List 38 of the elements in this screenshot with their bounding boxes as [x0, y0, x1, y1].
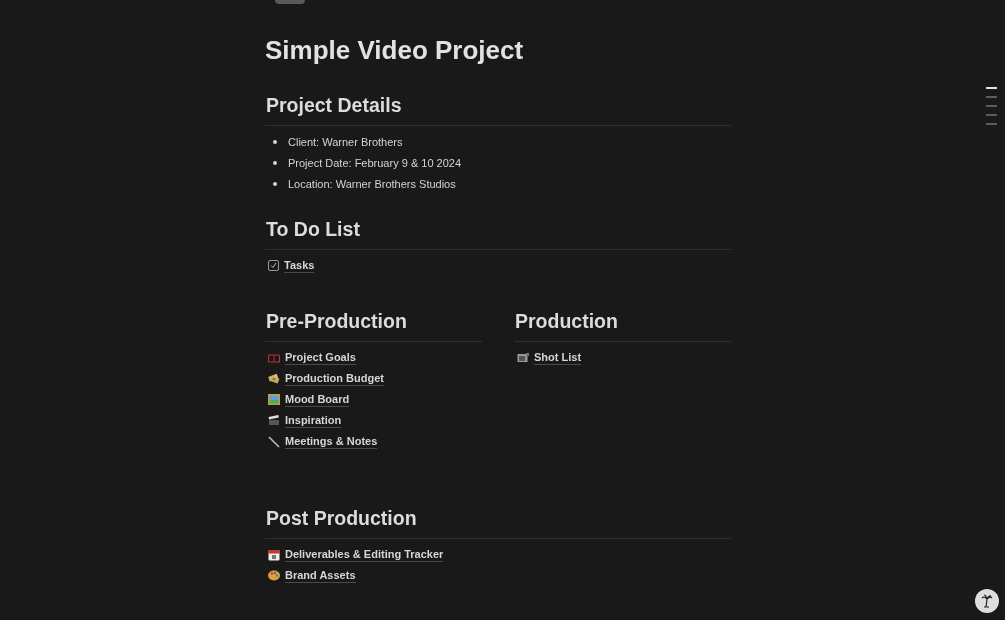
- outline-marker[interactable]: [986, 123, 997, 125]
- calendar-icon: [268, 548, 280, 561]
- money-icon: [268, 373, 280, 384]
- page-link[interactable]: Project Goals: [285, 350, 356, 365]
- section-heading: Production: [514, 308, 731, 342]
- page-link[interactable]: Deliverables & Editing Tracker: [285, 547, 444, 562]
- bullet-text: Client: Warner Brothers: [288, 135, 403, 148]
- bullet-text: Location: Warner Brothers Studios: [288, 177, 456, 190]
- page-link[interactable]: Tasks: [284, 258, 315, 273]
- page-link[interactable]: Mood Board: [285, 392, 350, 407]
- bullet-icon: [273, 160, 277, 165]
- palette-icon: [268, 570, 280, 581]
- page-icon: [275, 0, 305, 4]
- help-button[interactable]: [975, 589, 999, 613]
- bullet-text: Project Date: February 9 & 10 2024: [288, 156, 462, 169]
- outline-marker[interactable]: [986, 87, 997, 89]
- page-link[interactable]: Brand Assets: [285, 568, 356, 583]
- section-heading: Post Production: [265, 505, 731, 539]
- outline-marker[interactable]: [986, 114, 997, 116]
- clapper-icon: [268, 415, 280, 426]
- page-title: Simple Video Project: [265, 34, 525, 66]
- section-heading: Pre-Production: [265, 308, 482, 342]
- bullet-icon: [273, 139, 277, 144]
- section-heading: Project Details: [265, 92, 731, 126]
- board-icon: [268, 352, 280, 363]
- outline-marker[interactable]: [986, 105, 997, 107]
- bullet-icon: [273, 181, 277, 186]
- camera-icon: [517, 352, 529, 363]
- page-link[interactable]: Production Budget: [285, 371, 384, 386]
- section-heading: To Do List: [265, 216, 731, 250]
- page-link[interactable]: Shot List: [534, 350, 582, 365]
- palm-tree-icon: [981, 594, 993, 608]
- checkbox[interactable]: [268, 260, 279, 271]
- page-link[interactable]: Inspiration: [285, 413, 342, 428]
- outline-marker[interactable]: [986, 96, 997, 98]
- page-link[interactable]: Meetings & Notes: [285, 434, 378, 449]
- framed-picture-icon: [268, 394, 280, 405]
- pen-icon: [268, 435, 280, 448]
